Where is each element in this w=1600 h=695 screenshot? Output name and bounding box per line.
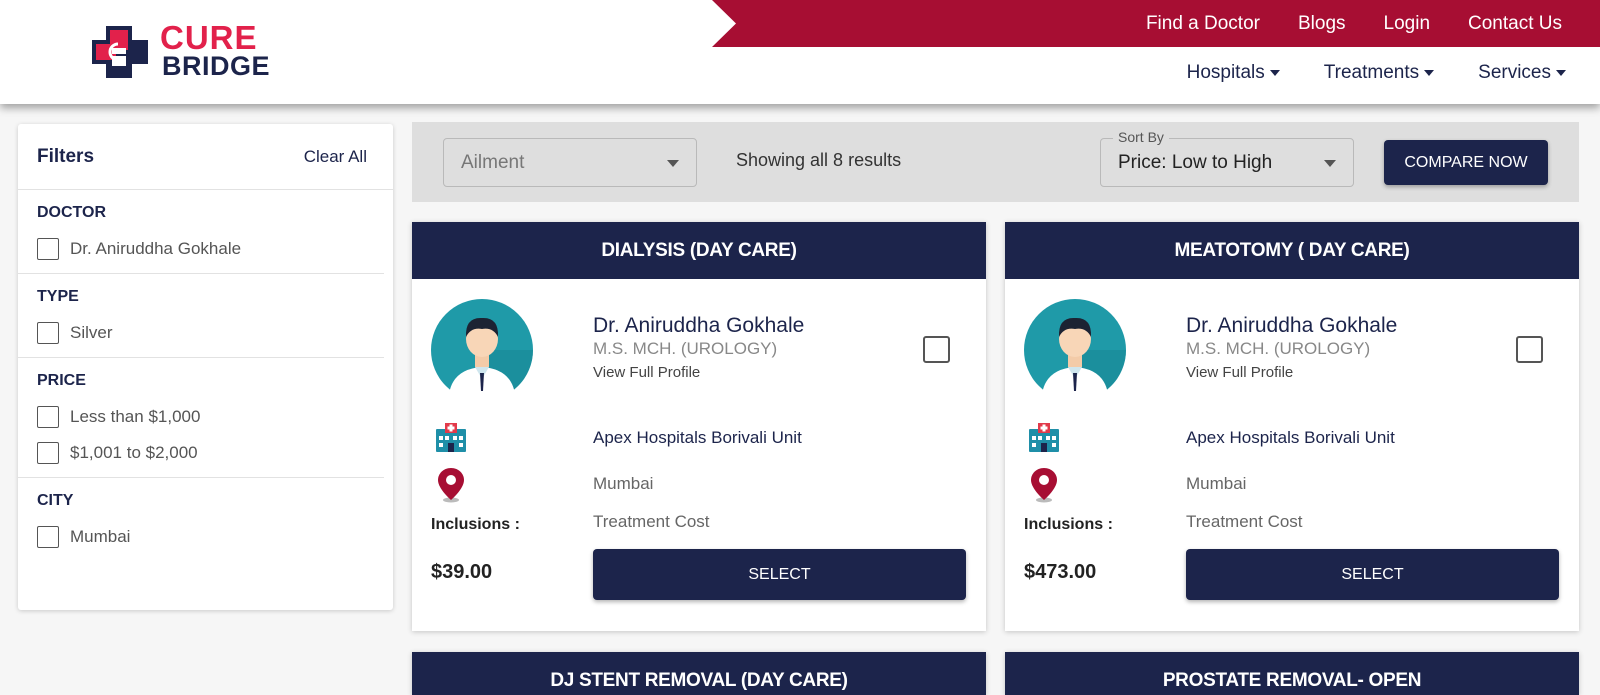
select-button[interactable]: SELECT <box>593 549 966 600</box>
filter-section-title: CITY <box>37 492 74 509</box>
select-button[interactable]: SELECT <box>1186 549 1559 600</box>
hospital-name: Apex Hospitals Borivali Unit <box>593 428 802 447</box>
brand-name-cure: CURE <box>160 19 258 56</box>
doctor-qualification: M.S. MCH. (UROLOGY) <box>1186 339 1371 358</box>
filter-option[interactable]: Mumbai <box>37 519 365 555</box>
sort-by-select[interactable]: Sort By Price: Low to High <box>1100 129 1354 187</box>
filter-section-title: PRICE <box>37 372 86 389</box>
sort-by-label: Sort By <box>1113 129 1169 145</box>
hospital-icon <box>436 423 466 452</box>
filters-panel: Filters Clear All DOCTOR Dr. Aniruddha G… <box>18 124 393 610</box>
compare-checkbox[interactable] <box>923 336 950 363</box>
filter-option[interactable]: Silver <box>37 315 365 351</box>
inclusions-label: Inclusions : <box>1024 516 1113 533</box>
contact-us-link[interactable]: Contact Us <box>1468 13 1562 35</box>
ailment-select[interactable]: Ailment <box>443 138 697 187</box>
ailment-placeholder: Ailment <box>461 152 525 173</box>
filter-checkbox[interactable] <box>37 238 59 260</box>
filter-option-label: Silver <box>70 323 113 342</box>
treatment-card: DJ STENT REMOVAL (DAY CARE) <box>412 652 986 695</box>
filter-section-city: CITY Mumbai <box>18 478 384 561</box>
brand-name-bridge: BRIDGE <box>162 51 271 81</box>
hospital-city: Mumbai <box>593 474 654 493</box>
site-header: CURE BRIDGE Find a Doctor Blogs Login Co… <box>0 0 1600 104</box>
sort-by-value: Price: Low to High <box>1118 152 1273 173</box>
caret-down-icon <box>1556 70 1566 76</box>
treatment-card: DIALYSIS (DAY CARE) Dr. Aniruddha Gokhal… <box>412 222 986 631</box>
blogs-link[interactable]: Blogs <box>1298 13 1346 35</box>
filter-section-title: DOCTOR <box>37 204 107 221</box>
compare-now-button[interactable]: COMPARE NOW <box>1384 140 1548 185</box>
results-count: Showing all 8 results <box>736 150 902 170</box>
clear-all-button[interactable]: Clear All <box>304 147 367 167</box>
hospital-name: Apex Hospitals Borivali Unit <box>1186 428 1395 447</box>
filters-title: Filters <box>37 146 95 167</box>
nav-services-dropdown[interactable]: Services <box>1478 62 1566 84</box>
card-title: DJ STENT REMOVAL (DAY CARE) <box>412 652 986 695</box>
nav-label: Services <box>1478 62 1551 83</box>
inclusions-value: Treatment Cost <box>593 512 710 531</box>
card-title: DIALYSIS (DAY CARE) <box>412 222 986 279</box>
filters-header: Filters Clear All <box>18 124 393 190</box>
filter-section-price: PRICE Less than $1,000 $1,001 to $2,000 <box>18 358 384 478</box>
filter-option[interactable]: Dr. Aniruddha Gokhale <box>37 231 365 267</box>
filter-option[interactable]: Less than $1,000 <box>37 399 365 435</box>
nav-label: Treatments <box>1323 62 1420 83</box>
caret-down-icon <box>1269 70 1280 76</box>
filter-option-label: Dr. Aniruddha Gokhale <box>70 239 242 258</box>
filter-option[interactable]: $1,001 to $2,000 <box>37 435 365 471</box>
card-title: PROSTATE REMOVAL- OPEN <box>1005 652 1579 695</box>
login-link[interactable]: Login <box>1384 13 1431 35</box>
filter-option-label: $1,001 to $2,000 <box>70 443 198 462</box>
filter-section-doctor: DOCTOR Dr. Aniruddha Gokhale <box>18 190 384 274</box>
caret-down-icon <box>1424 70 1435 76</box>
treatment-price: $473.00 <box>1024 561 1097 583</box>
filter-checkbox[interactable] <box>37 322 59 344</box>
inclusions-value: Treatment Cost <box>1186 512 1303 531</box>
view-full-profile-link[interactable]: View Full Profile <box>593 364 700 381</box>
doctor-avatar-icon <box>1024 299 1126 401</box>
location-pin-icon <box>1031 468 1057 503</box>
filter-section-title: TYPE <box>37 288 79 305</box>
doctor-qualification: M.S. MCH. (UROLOGY) <box>593 339 778 358</box>
hospital-icon <box>1029 423 1059 452</box>
compare-checkbox[interactable] <box>1516 336 1543 363</box>
treatment-card: PROSTATE REMOVAL- OPEN <box>1005 652 1579 695</box>
filter-section-type: TYPE Silver <box>18 274 384 358</box>
inclusions-label: Inclusions : <box>431 516 520 533</box>
filter-option-label: Mumbai <box>70 527 131 546</box>
hospital-city: Mumbai <box>1186 474 1247 493</box>
curebridge-logo-icon <box>92 26 148 78</box>
nav-treatments-dropdown[interactable]: Treatments <box>1323 62 1435 84</box>
card-title: MEATOTOMY ( DAY CARE) <box>1005 222 1579 279</box>
treatment-price: $39.00 <box>431 561 493 583</box>
view-full-profile-link[interactable]: View Full Profile <box>1186 364 1293 381</box>
filter-checkbox[interactable] <box>37 526 59 548</box>
caret-down-icon <box>1324 160 1336 167</box>
find-a-doctor-link[interactable]: Find a Doctor <box>1146 13 1260 35</box>
filter-checkbox[interactable] <box>37 442 59 464</box>
doctor-avatar-icon <box>431 299 533 401</box>
caret-down-icon <box>667 160 679 167</box>
results-toolbar: Ailment Showing all 8 results Sort By Pr… <box>412 122 1579 202</box>
location-pin-icon <box>438 468 464 503</box>
filter-option-label: Less than $1,000 <box>70 407 201 426</box>
top-utility-bar: Find a Doctor Blogs Login Contact Us <box>712 0 1600 47</box>
nav-label: Hospitals <box>1186 62 1265 83</box>
doctor-name: Dr. Aniruddha Gokhale <box>593 314 805 337</box>
nav-hospitals-dropdown[interactable]: Hospitals <box>1187 62 1280 84</box>
treatment-card: MEATOTOMY ( DAY CARE) Dr. Aniruddha Gokh… <box>1005 222 1579 631</box>
brand-logo[interactable]: CURE BRIDGE <box>92 19 282 82</box>
main-nav: Hospitals Treatments Services <box>1187 62 1566 84</box>
filter-checkbox[interactable] <box>37 406 59 428</box>
doctor-name: Dr. Aniruddha Gokhale <box>1186 314 1398 337</box>
